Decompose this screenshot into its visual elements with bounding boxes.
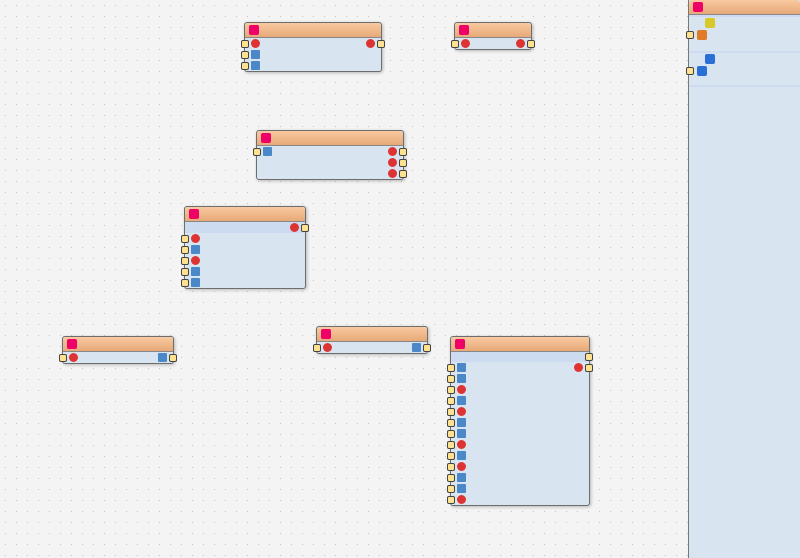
port-out[interactable] bbox=[585, 364, 593, 372]
node-analogvalue[interactable] bbox=[184, 206, 306, 289]
port-in[interactable] bbox=[447, 430, 455, 438]
node-oled[interactable] bbox=[450, 336, 590, 506]
node-compare1[interactable] bbox=[316, 326, 428, 354]
port-in[interactable] bbox=[447, 496, 455, 504]
port-in[interactable] bbox=[686, 67, 694, 75]
port-in[interactable] bbox=[181, 235, 189, 243]
port-in[interactable] bbox=[241, 40, 249, 48]
port-in[interactable] bbox=[686, 31, 694, 39]
port-in[interactable] bbox=[181, 257, 189, 265]
port-in[interactable] bbox=[59, 354, 67, 362]
port-out[interactable] bbox=[585, 353, 593, 361]
port-in[interactable] bbox=[447, 375, 455, 383]
port-in[interactable] bbox=[447, 397, 455, 405]
port-in[interactable] bbox=[181, 246, 189, 254]
port-out[interactable] bbox=[399, 159, 407, 167]
node-icon bbox=[261, 133, 271, 143]
node-humidity[interactable] bbox=[256, 130, 404, 180]
port-in[interactable] bbox=[447, 408, 455, 416]
port-in[interactable] bbox=[241, 51, 249, 59]
port-in[interactable] bbox=[447, 419, 455, 427]
node-icon bbox=[189, 209, 199, 219]
port-in[interactable] bbox=[447, 474, 455, 482]
node-icon bbox=[321, 329, 331, 339]
port-in[interactable] bbox=[447, 386, 455, 394]
i2c-icon bbox=[705, 54, 715, 64]
port-in[interactable] bbox=[447, 463, 455, 471]
port-in[interactable] bbox=[447, 364, 455, 372]
node-sine[interactable] bbox=[244, 22, 382, 72]
serial-icon bbox=[705, 18, 715, 28]
port-out[interactable] bbox=[377, 40, 385, 48]
port-out[interactable] bbox=[527, 40, 535, 48]
port-out[interactable] bbox=[399, 148, 407, 156]
port-in[interactable] bbox=[181, 279, 189, 287]
node-icon bbox=[67, 339, 77, 349]
port-in[interactable] bbox=[181, 268, 189, 276]
port-out[interactable] bbox=[301, 224, 309, 232]
port-in[interactable] bbox=[447, 485, 455, 493]
node-arduino[interactable] bbox=[688, 0, 800, 558]
port-in[interactable] bbox=[447, 441, 455, 449]
node-icon bbox=[459, 25, 469, 35]
port-in[interactable] bbox=[241, 62, 249, 70]
node-icon bbox=[249, 25, 259, 35]
port-in[interactable] bbox=[447, 452, 455, 460]
node-servo[interactable] bbox=[454, 22, 532, 50]
port-in[interactable] bbox=[253, 148, 261, 156]
port-in[interactable] bbox=[451, 40, 459, 48]
port-out[interactable] bbox=[423, 344, 431, 352]
arduino-icon bbox=[693, 2, 703, 12]
port-out[interactable] bbox=[399, 170, 407, 178]
port-out[interactable] bbox=[169, 354, 177, 362]
node-icon bbox=[455, 339, 465, 349]
node-compare2[interactable] bbox=[62, 336, 174, 364]
canvas-grid[interactable] bbox=[0, 0, 800, 558]
port-in[interactable] bbox=[313, 344, 321, 352]
